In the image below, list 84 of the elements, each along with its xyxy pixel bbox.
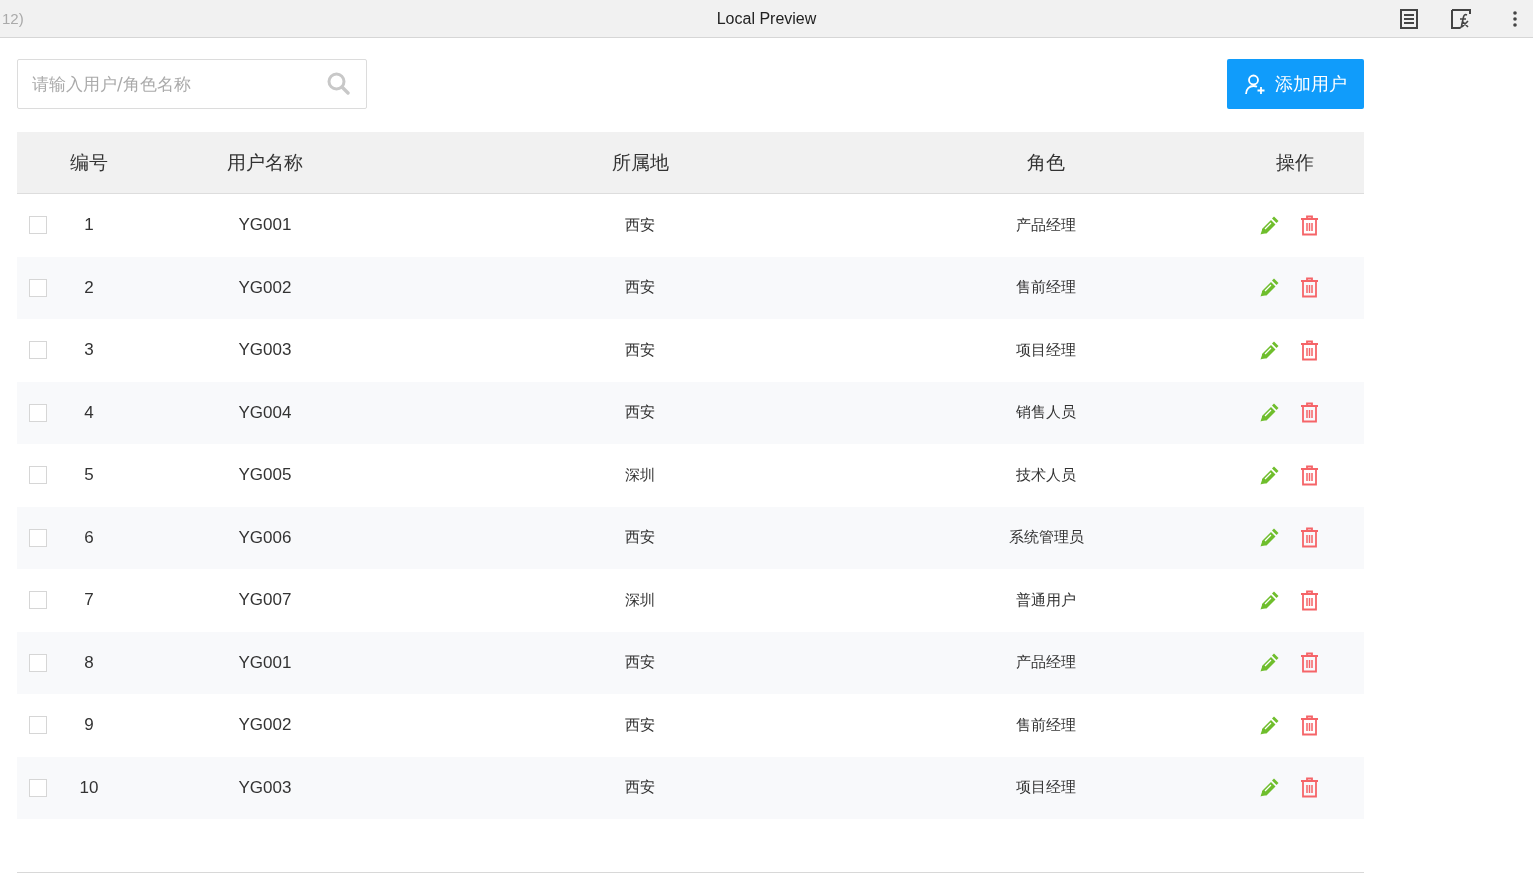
- delete-trash-icon[interactable]: [1299, 589, 1319, 611]
- table-cell: 西安: [625, 340, 655, 359]
- table-cell: 西安: [625, 403, 655, 422]
- table-cell: YG007: [238, 590, 292, 610]
- table-cell: 普通用户: [1016, 590, 1076, 609]
- edit-pencil-icon[interactable]: [1258, 464, 1280, 486]
- table-cell: 西安: [625, 528, 655, 547]
- column-header: 编号: [70, 150, 108, 173]
- delete-trash-icon[interactable]: [1299, 527, 1319, 549]
- column-header: 操作: [1275, 150, 1314, 173]
- table-cell: 技术人员: [1016, 465, 1076, 484]
- table-cell: 西安: [625, 215, 655, 234]
- delete-trash-icon[interactable]: [1299, 777, 1319, 799]
- delete-trash-icon[interactable]: [1299, 402, 1319, 424]
- edit-pencil-icon[interactable]: [1258, 589, 1280, 611]
- edit-pencil-icon[interactable]: [1258, 527, 1280, 549]
- delete-trash-icon[interactable]: [1299, 714, 1319, 736]
- column-header: 所属地: [611, 150, 669, 173]
- table-cell: 项目经理: [1016, 340, 1076, 359]
- row-checkbox[interactable]: [29, 403, 47, 422]
- edit-pencil-icon[interactable]: [1258, 277, 1280, 299]
- column-header: 角色: [1027, 150, 1065, 173]
- column-header: 用户名称: [227, 150, 303, 173]
- row-checkbox[interactable]: [29, 528, 47, 547]
- table-cell: 产品经理: [1016, 653, 1076, 672]
- table-cell: 8: [84, 652, 94, 672]
- row-checkbox[interactable]: [29, 716, 47, 735]
- table-cell: 产品经理: [1016, 215, 1076, 234]
- table-cell: 系统管理员: [1008, 528, 1084, 547]
- table-cell: YG003: [238, 340, 292, 360]
- table-cell: 5: [84, 465, 94, 485]
- table-cell: YG005: [238, 465, 292, 485]
- delete-trash-icon[interactable]: [1299, 214, 1319, 236]
- search-field[interactable]: 请输入用户/角色名称: [17, 59, 367, 109]
- table-cell: 售前经理: [1016, 715, 1076, 734]
- formula-icon[interactable]: [1451, 8, 1471, 29]
- table-cell: 3: [84, 340, 94, 360]
- add-user-button[interactable]: 添加用户: [1227, 59, 1364, 109]
- edit-pencil-icon[interactable]: [1258, 714, 1280, 736]
- delete-trash-icon[interactable]: [1299, 277, 1319, 299]
- search-icon[interactable]: [327, 72, 350, 95]
- edit-pencil-icon[interactable]: [1258, 652, 1280, 674]
- table-cell: YG002: [238, 715, 292, 735]
- table-cell: 4: [84, 402, 94, 422]
- table-cell: 售前经理: [1016, 278, 1076, 297]
- more-icon[interactable]: [1513, 10, 1517, 27]
- edit-pencil-icon[interactable]: [1258, 214, 1280, 236]
- table-cell: 9: [84, 715, 94, 735]
- row-checkbox[interactable]: [29, 778, 47, 797]
- table-cell: 1: [84, 215, 94, 235]
- delete-trash-icon[interactable]: [1299, 339, 1319, 361]
- table-cell: 西安: [625, 778, 655, 797]
- table-cell: 7: [84, 590, 94, 610]
- delete-trash-icon[interactable]: [1299, 464, 1319, 486]
- table-cell: YG006: [238, 527, 292, 547]
- document-icon[interactable]: [1400, 8, 1418, 29]
- row-checkbox[interactable]: [29, 466, 47, 485]
- table-cell: 2: [84, 277, 94, 297]
- table-cell: 西安: [625, 278, 655, 297]
- table-cell: 销售人员: [1016, 403, 1076, 422]
- table-cell: YG001: [238, 215, 292, 235]
- edit-pencil-icon[interactable]: [1258, 402, 1280, 424]
- add-person-icon: [1244, 73, 1266, 95]
- table-cell: YG002: [238, 277, 292, 297]
- window-title: Local Preview: [716, 9, 817, 27]
- table-cell: 西安: [625, 653, 655, 672]
- row-checkbox[interactable]: [29, 653, 47, 672]
- table-cell: 深圳: [625, 465, 655, 484]
- table-cell: YG004: [238, 402, 292, 422]
- table-cell: 10: [79, 777, 99, 797]
- table-cell: 深圳: [625, 590, 655, 609]
- edit-pencil-icon[interactable]: [1258, 339, 1280, 361]
- table-cell: YG001: [238, 652, 292, 672]
- table-cell: 6: [84, 527, 94, 547]
- table-cell: 西安: [625, 715, 655, 734]
- row-checkbox[interactable]: [29, 216, 47, 235]
- tab-title: 12): [2, 10, 24, 27]
- edit-pencil-icon[interactable]: [1258, 777, 1280, 799]
- table-cell: 项目经理: [1016, 778, 1076, 797]
- table-cell: YG003: [238, 777, 292, 797]
- row-checkbox[interactable]: [29, 341, 47, 360]
- row-checkbox[interactable]: [29, 591, 47, 610]
- row-checkbox[interactable]: [29, 278, 47, 297]
- delete-trash-icon[interactable]: [1299, 652, 1319, 674]
